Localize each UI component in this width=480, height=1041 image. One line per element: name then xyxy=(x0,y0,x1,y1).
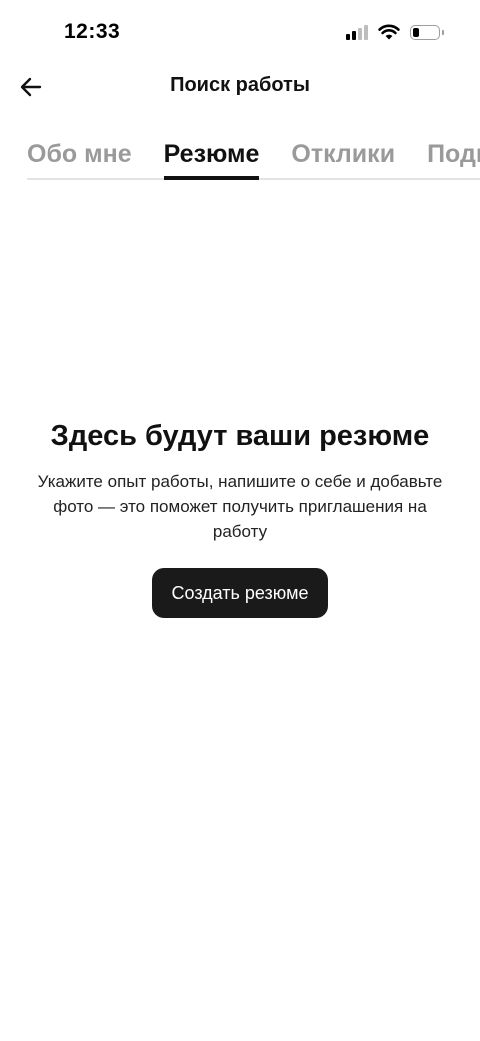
status-bar: 12:33 xyxy=(0,0,480,60)
battery-level xyxy=(413,27,419,37)
cellular-signal-icon xyxy=(346,24,368,40)
empty-state-title: Здесь будут ваши резюме xyxy=(50,420,430,452)
app-header: Поиск работы xyxy=(0,60,480,112)
status-icons xyxy=(346,22,444,42)
tab-bar: Обо мне Резюме Отклики Подписки xyxy=(0,128,480,182)
page-title: Поиск работы xyxy=(170,74,310,96)
tabs-track: Обо мне Резюме Отклики Подписки xyxy=(27,128,480,180)
status-time: 12:33 xyxy=(64,20,121,43)
tab-about-me[interactable]: Обо мне xyxy=(27,128,132,180)
wifi-icon xyxy=(378,24,400,40)
tab-subscriptions[interactable]: Подписки xyxy=(427,128,480,180)
empty-state-description: Укажите опыт работы, напишите о себе и д… xyxy=(37,472,443,541)
tab-responses[interactable]: Отклики xyxy=(291,128,395,180)
battery-icon xyxy=(410,24,444,40)
tab-resume[interactable]: Резюме xyxy=(163,128,259,180)
create-resume-button[interactable]: Создать резюме xyxy=(151,568,329,618)
empty-state: Здесь будут ваши резюме Укажите опыт раб… xyxy=(0,420,480,618)
